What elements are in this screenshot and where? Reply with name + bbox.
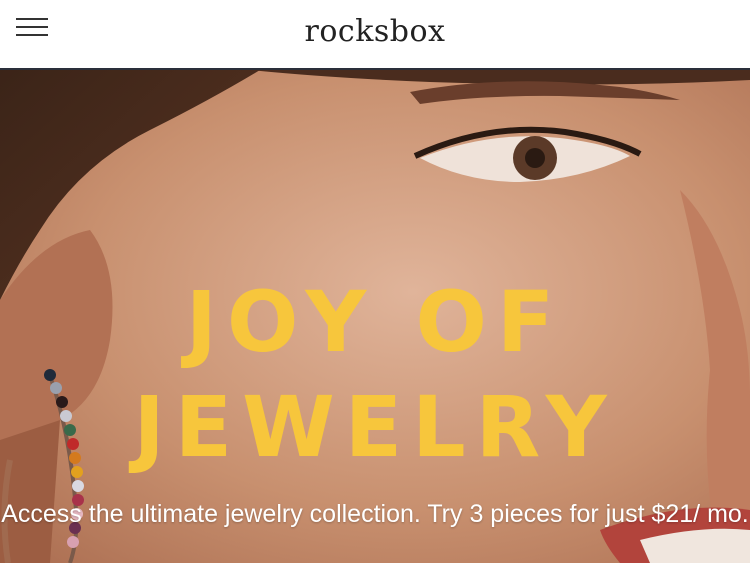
hero-subtitle: Access the ultimate jewelry collection. … — [1, 500, 749, 528]
hero-title-line1: JOY OF — [185, 273, 565, 371]
top-header: rocksbox — [0, 0, 750, 70]
brand-logo[interactable]: rocksbox — [0, 14, 750, 49]
hero-banner: JOY OF JEWELRY Access the ultimate jewel… — [0, 70, 750, 563]
hero-title-line2: JEWELRY — [133, 378, 617, 476]
